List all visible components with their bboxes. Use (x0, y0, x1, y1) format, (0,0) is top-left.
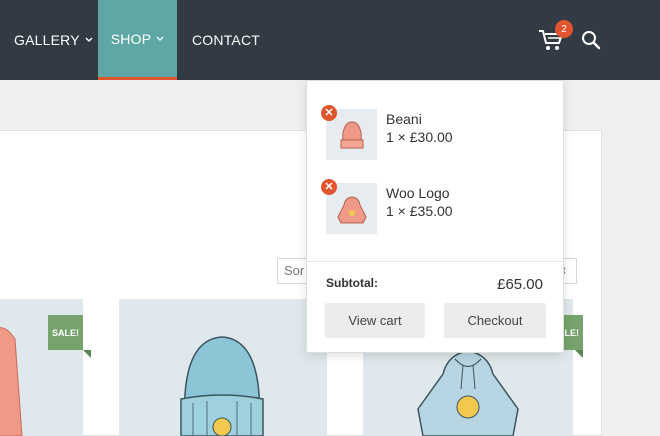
beanie-thumb-image (340, 120, 363, 148)
cart-item-name[interactable]: Woo Logo (386, 185, 450, 201)
cart-item-qty-price: 1 × £30.00 (386, 129, 453, 145)
cart-item-qty-price: 1 × £35.00 (386, 203, 453, 219)
cart-count-badge: 2 (555, 20, 573, 38)
search-icon[interactable] (581, 30, 601, 50)
nav-item-gallery[interactable]: GALLERY (14, 0, 93, 80)
hoodie-thumb-image (336, 195, 367, 223)
subtotal-value: £65.00 (497, 276, 543, 293)
sale-badge-fold (575, 350, 583, 358)
nav-item-shop[interactable]: SHOP (98, 0, 177, 80)
sort-select-label: Sor (284, 263, 305, 278)
mini-cart-item: ✕ Beani 1 × £30.00 (307, 105, 565, 165)
sale-badge: SALE! (48, 315, 83, 350)
view-cart-button[interactable]: View cart (325, 303, 425, 338)
chevron-down-icon (156, 36, 164, 41)
subtotal-label: Subtotal: (326, 276, 378, 290)
nav-item-contact[interactable]: CONTACT (192, 0, 260, 80)
sale-badge-fold (83, 350, 91, 358)
remove-item-button[interactable]: ✕ (321, 179, 337, 195)
nav-item-label: CONTACT (192, 32, 261, 48)
nav-item-label: SHOP (110, 30, 152, 47)
blue-beanie-image (180, 336, 264, 436)
top-nav-bar: GALLERY SHOP CONTACT 2 (0, 0, 660, 80)
chevron-down-icon (85, 37, 93, 42)
mini-cart-dropdown: ✕ Beani 1 × £30.00 ✕ Woo Logo 1 × £35.00… (306, 80, 564, 353)
remove-item-button[interactable]: ✕ (321, 105, 337, 121)
nav-item-label: GALLERY (14, 32, 80, 48)
mini-cart-item: ✕ Woo Logo 1 × £35.00 (307, 179, 565, 239)
mini-cart-divider (307, 261, 563, 262)
checkout-button[interactable]: Checkout (444, 303, 546, 338)
cart-item-name[interactable]: Beani (386, 111, 422, 127)
product-card[interactable] (119, 299, 327, 436)
